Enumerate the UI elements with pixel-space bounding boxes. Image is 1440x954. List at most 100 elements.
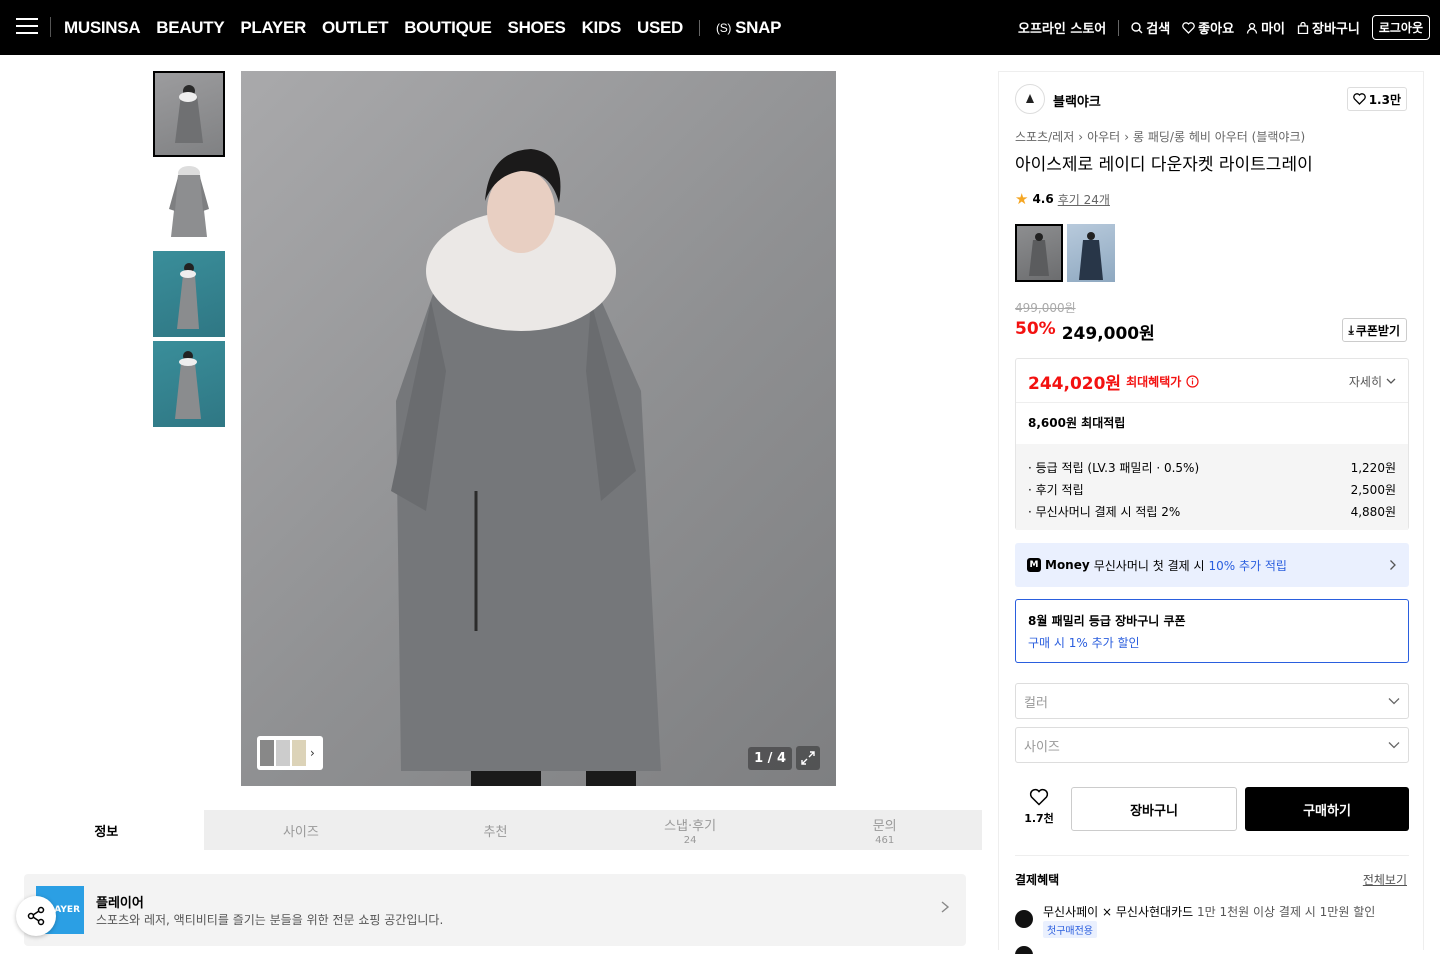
product-like-count: 1.3만: [1368, 92, 1401, 107]
nav-player[interactable]: PLAYER: [240, 18, 306, 38]
points-total: 8,600원 최대적립: [1028, 416, 1126, 430]
model-illustration: [391, 149, 661, 786]
thumbnail-4[interactable]: [153, 341, 225, 427]
category-nav: MUSINSA BEAUTY PLAYER OUTLET BOUTIQUE SH…: [64, 0, 781, 55]
size-select[interactable]: 사이즈: [1015, 727, 1409, 763]
nav-shoes[interactable]: SHOES: [508, 18, 566, 38]
payment-benefit-tag: 첫구매전용: [1043, 921, 1097, 938]
breadcrumb-item-2[interactable]: 아우터: [1087, 128, 1120, 145]
download-icon: ⤓: [1348, 322, 1354, 337]
chevron-down-icon: [1388, 698, 1400, 705]
tab-snap-review-count: 24: [683, 834, 697, 846]
brand-logo[interactable]: [1015, 84, 1045, 114]
mini-thumb-1: [260, 740, 274, 766]
person-icon: [1246, 22, 1258, 34]
logout-button[interactable]: 로그아웃: [1371, 15, 1430, 40]
chevron-down-icon: [1386, 378, 1396, 384]
chevron-down-icon: [1388, 742, 1400, 749]
model-gray-thumb-icon: [1029, 233, 1049, 276]
payment-benefit-detail: 1만 1천원 이상 결제 시 1만원 할인: [1197, 905, 1376, 919]
nav-beauty[interactable]: BEAUTY: [156, 18, 224, 38]
tab-recommend[interactable]: 추천: [398, 810, 593, 850]
payment-view-all-link[interactable]: 전체보기: [1363, 871, 1407, 888]
rating-row: ★ 4.6 후기 24개: [1015, 190, 1110, 208]
benefit-box: 244,020원 최대혜택가 자세히 8,600원 최대적립 · 등급 적립 (…: [1015, 358, 1409, 530]
family-coupon-subtitle: 구매 시 1% 추가 할인: [1028, 636, 1140, 650]
cart-nav-button[interactable]: 장바구니: [1297, 18, 1360, 37]
heart-icon: [1029, 788, 1049, 806]
model-teal-thumb-icon: [177, 263, 199, 329]
coat-flat-thumb-icon: [169, 166, 209, 237]
family-coupon-box[interactable]: 8월 패밀리 등급 장바구니 쿠폰 구매 시 1% 추가 할인: [1015, 599, 1409, 663]
nav-separator: [699, 19, 701, 36]
brand-name[interactable]: 블랙야크: [1053, 91, 1101, 110]
color-option-lightgray[interactable]: [1015, 224, 1063, 282]
chevron-right-icon: [941, 901, 950, 913]
points-value: 1,220원: [1350, 460, 1396, 475]
menu-icon[interactable]: [16, 18, 38, 36]
original-price: 499,000원: [1015, 301, 1076, 315]
thumbnail-3[interactable]: [153, 251, 225, 337]
mini-thumbnail-strip[interactable]: ›: [257, 736, 323, 770]
model-teal-2-thumb-icon: [175, 351, 201, 419]
points-list: · 등급 적립 (LV.3 패밀리 · 0.5%) 1,220원 · 후기 적립 2…: [1016, 444, 1408, 530]
likes-button[interactable]: 좋아요: [1182, 18, 1234, 37]
heart-icon: [1182, 21, 1195, 34]
nav-musinsa[interactable]: MUSINSA: [64, 18, 141, 38]
buy-button[interactable]: 구매하기: [1245, 787, 1409, 831]
thumbnail-1[interactable]: [153, 71, 225, 157]
cart-nav-label: 장바구니: [1311, 22, 1360, 37]
nav-snap[interactable]: (S) SNAP: [716, 18, 781, 38]
max-price-label: 최대혜택가: [1126, 375, 1182, 389]
nav-outlet[interactable]: OUTLET: [322, 18, 389, 38]
payment-benefit-item: 무신사페이 × 무신사현대카드 1만 1천원 이상 결제 시 1만원 할인 첫구…: [1015, 903, 1409, 943]
add-to-cart-button[interactable]: 장바구니: [1071, 787, 1237, 831]
player-title: 플레이어: [96, 896, 144, 911]
payment-benefit-title: 결제혜택: [1015, 873, 1060, 887]
model-gray-thumb-icon: [175, 85, 203, 143]
search-button[interactable]: 검색: [1131, 18, 1170, 37]
nav-kids[interactable]: KIDS: [582, 18, 622, 38]
breadcrumb-item-3[interactable]: 롱 패딩/롱 헤비 아우터 (블랙야크): [1133, 128, 1305, 145]
tab-inquiry-count: 461: [875, 834, 895, 846]
tab-info-label: 정보: [94, 824, 119, 840]
wish-button[interactable]: 1.7천: [1015, 788, 1063, 832]
chevron-right-icon: ›: [310, 746, 315, 760]
review-count-link[interactable]: 후기 24개: [1058, 191, 1110, 208]
player-description: 스포츠와 레저, 액티비티를 즐기는 분들을 위한 전문 쇼핑 공간입니다.: [96, 913, 444, 927]
tab-info[interactable]: 정보: [9, 810, 204, 850]
detail-toggle[interactable]: 자세히: [1349, 373, 1396, 390]
payment-benefit-text: 무신사페이 × 무신사현대카드 1만 1천원 이상 결제 시 1만원 할인: [1043, 903, 1375, 920]
nav-boutique[interactable]: BOUTIQUE: [404, 18, 492, 38]
color-select[interactable]: 컬러: [1015, 683, 1409, 719]
nav-snap-label: SNAP: [735, 17, 782, 37]
tab-snap-review[interactable]: 스냅·후기 24: [593, 810, 788, 850]
offline-store-link[interactable]: 오프라인 스토어: [1018, 18, 1106, 37]
family-coupon-title: 8월 패밀리 등급 장바구니 쿠폰: [1028, 614, 1186, 628]
coupon-label: 쿠폰받기: [1355, 323, 1400, 338]
my-button[interactable]: 마이: [1246, 18, 1285, 37]
expand-button[interactable]: [796, 746, 820, 770]
main-product-image[interactable]: › 1 / 4: [241, 71, 836, 786]
search-icon: [1131, 21, 1143, 33]
nav-used[interactable]: USED: [637, 18, 683, 38]
benefit-divider: [1016, 402, 1408, 403]
wish-count: 1.7천: [1024, 812, 1054, 825]
model-navy-thumb-icon: [1079, 232, 1103, 280]
thumbnail-list: [153, 71, 225, 431]
coupon-button[interactable]: ⤓ 쿠폰받기: [1341, 318, 1407, 342]
info-icon[interactable]: [1186, 375, 1199, 388]
list-item: · 무신사머니 결제 시 적립 2% 4,880원: [1028, 500, 1396, 522]
share-button[interactable]: [16, 896, 56, 936]
payment-benefit-item-partial: [1015, 944, 1409, 954]
mini-thumb-3: [292, 740, 306, 766]
tab-inquiry[interactable]: 문의 461: [787, 810, 982, 850]
thumbnail-2[interactable]: [153, 161, 225, 247]
breadcrumb-item-1[interactable]: 스포츠/레저: [1015, 128, 1074, 145]
product-like-button[interactable]: 1.3만: [1346, 87, 1407, 111]
player-banner[interactable]: AYER 플레이어 스포츠와 레저, 액티비티를 즐기는 분들을 위한 전문 쇼…: [24, 874, 966, 946]
payment-benefit-name: 무신사페이 × 무신사현대카드: [1043, 905, 1194, 919]
money-banner[interactable]: M Money 무신사머니 첫 결제 시 10% 추가 적립: [1015, 543, 1409, 587]
color-option-navy[interactable]: [1067, 224, 1115, 282]
tab-size[interactable]: 사이즈: [204, 810, 399, 850]
